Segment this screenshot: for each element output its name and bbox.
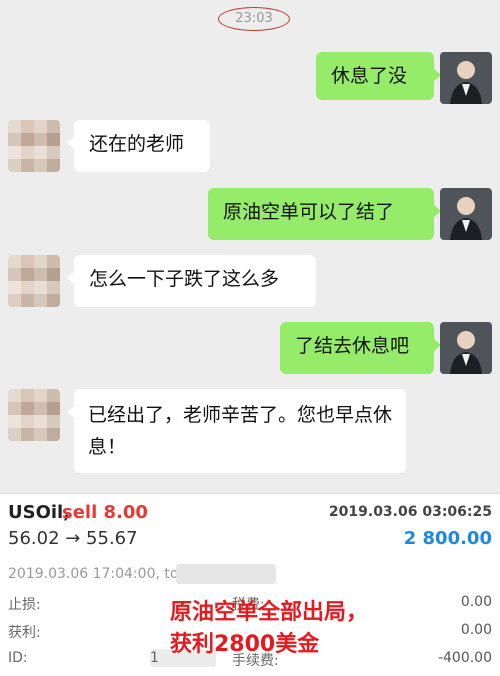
annotation-line-2: 获利2800美金 bbox=[170, 632, 320, 657]
order-profit: 2 800.00 bbox=[403, 528, 492, 549]
annotation-line-1: 原油空单全部出局， bbox=[170, 600, 369, 625]
order-close-datetime: 2019.03.06 03:06:25 bbox=[328, 504, 492, 520]
message-bubble-received[interactable]: 还在的老师 bbox=[67, 120, 210, 172]
take-profit-label: 获利: bbox=[8, 625, 41, 641]
my-avatar[interactable] bbox=[440, 322, 492, 374]
order-side: sell 8.00 bbox=[62, 502, 148, 523]
message-bubble-received[interactable]: 已经出了，老师辛苦了。您也早点休息！ bbox=[67, 389, 406, 473]
my-avatar[interactable] bbox=[440, 52, 492, 104]
redacted-area bbox=[176, 564, 276, 584]
order-symbol: USOil, bbox=[8, 502, 71, 523]
order-price-change: 56.02 → 55.67 bbox=[8, 528, 138, 549]
contact-avatar-blurred[interactable] bbox=[8, 255, 60, 307]
person-icon bbox=[450, 197, 482, 240]
contact-avatar-blurred[interactable] bbox=[8, 389, 60, 441]
order-open-datetime: 2019.03.06 17:04:00, to bbox=[8, 566, 179, 582]
stop-loss-label: 止损: bbox=[8, 597, 41, 613]
stop-loss-value: 0.00 bbox=[460, 594, 492, 610]
message-bubble-sent[interactable]: 休息了没 bbox=[316, 52, 441, 100]
message-bubble-received[interactable]: 怎么一下子跌了这么多 bbox=[67, 255, 316, 307]
contact-avatar-blurred[interactable] bbox=[8, 120, 60, 172]
my-avatar[interactable] bbox=[440, 188, 492, 240]
message-bubble-sent[interactable]: 原油空单可以了结了 bbox=[208, 188, 441, 240]
message-timestamp: 23:03 bbox=[218, 7, 290, 31]
order-id-value: 1 bbox=[150, 650, 159, 666]
take-profit-value: 0.00 bbox=[460, 622, 492, 638]
chat-panel: 23:03 休息了没 还在的老师 原油空单可以了结了 怎么一下子跌了这么多 了结… bbox=[0, 0, 500, 493]
order-id-label: ID: bbox=[8, 650, 28, 666]
person-icon bbox=[450, 331, 482, 374]
person-icon bbox=[450, 61, 482, 104]
fee-value: -400.00 bbox=[437, 650, 492, 666]
trade-order-card[interactable]: USOil, sell 8.00 2019.03.06 03:06:25 56.… bbox=[0, 493, 500, 676]
message-bubble-sent[interactable]: 了结去休息吧 bbox=[280, 322, 441, 374]
